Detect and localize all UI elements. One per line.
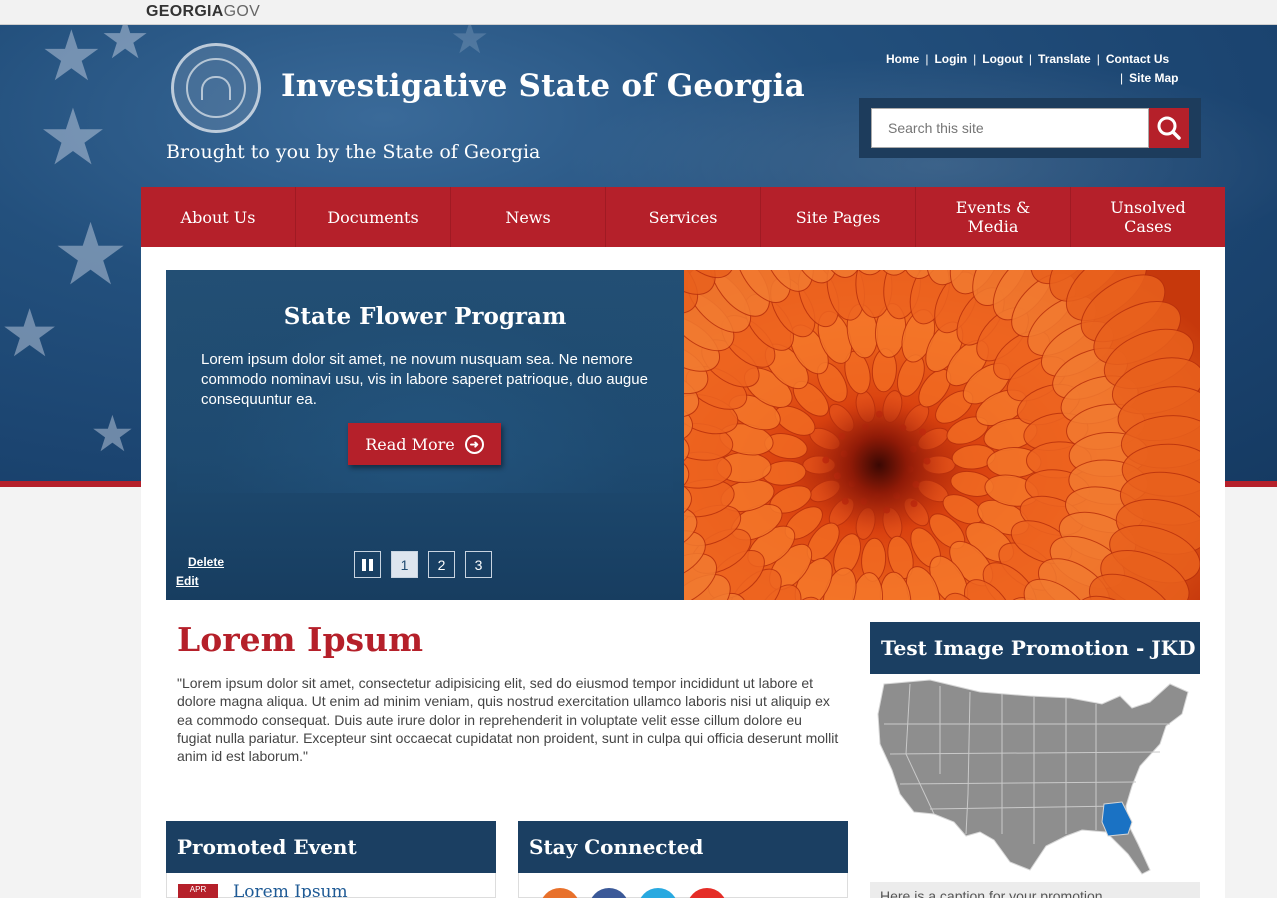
event-month-badge: APR: [178, 884, 218, 898]
read-more-label: Read More: [365, 434, 455, 454]
nav-events-media[interactable]: Events & Media: [916, 187, 1071, 247]
main-nav: About Us Documents News Services Site Pa…: [141, 187, 1225, 247]
georgiagov-bar: GEORGIAGOV: [0, 0, 1277, 25]
promoted-event-heading: Promoted Event: [166, 821, 496, 873]
slide-text-panel: State Flower Program Lorem ipsum dolor s…: [166, 270, 684, 600]
slider-pager: 1 2 3: [354, 551, 492, 578]
main-heading: Lorem Ipsum: [177, 620, 424, 659]
brand-light: GOV: [223, 3, 261, 20]
nav-services[interactable]: Services: [606, 187, 761, 247]
flower-image: [684, 270, 1200, 600]
site-title[interactable]: Investigative State of Georgia: [281, 68, 805, 104]
utility-nav-row2: | Site Map: [1120, 71, 1179, 85]
promotion-caption: Here is a caption for your promotion: [870, 882, 1200, 898]
site-map-link[interactable]: Site Map: [1129, 71, 1178, 85]
site-tagline: Brought to you by the State of Georgia: [166, 141, 541, 163]
brand-bold: GEORGIA: [146, 3, 224, 20]
search-box: [859, 98, 1201, 158]
georgia-seal-icon[interactable]: [171, 43, 261, 133]
home-link[interactable]: Home: [886, 52, 919, 66]
arrow-right-icon: ➜: [464, 434, 484, 454]
delete-link[interactable]: Delete: [188, 553, 224, 572]
nav-unsolved-cases[interactable]: Unsolved Cases: [1071, 187, 1225, 247]
promotion-heading: Test Image Promotion - JKD: [870, 622, 1200, 674]
feature-slider: State Flower Program Lorem ipsum dolor s…: [166, 270, 1200, 600]
search-button[interactable]: [1149, 108, 1189, 148]
slide-title: State Flower Program: [283, 303, 567, 330]
event-title-link[interactable]: Lorem Ipsum: [233, 882, 348, 898]
promotion-image[interactable]: [870, 674, 1200, 882]
chrysanthemum-graphic: [684, 270, 1200, 600]
pause-button[interactable]: [354, 551, 381, 578]
slide-page-3[interactable]: 3: [465, 551, 492, 578]
logout-link[interactable]: Logout: [982, 52, 1023, 66]
search-input[interactable]: [871, 108, 1149, 148]
nav-site-pages[interactable]: Site Pages: [761, 187, 916, 247]
translate-link[interactable]: Translate: [1038, 52, 1091, 66]
nav-news[interactable]: News: [451, 187, 606, 247]
read-more-button[interactable]: Read More ➜: [348, 423, 501, 465]
main-paragraph: "Lorem ipsum dolor sit amet, consectetur…: [177, 675, 839, 765]
slide-page-1[interactable]: 1: [391, 551, 418, 578]
slide-body: Lorem ipsum dolor sit amet, ne novum nus…: [201, 351, 648, 408]
edit-link[interactable]: Edit: [176, 572, 224, 591]
us-map-graphic: [877, 679, 1189, 875]
georgiagov-logo[interactable]: GEORGIAGOV: [146, 3, 260, 21]
nav-about-us[interactable]: About Us: [141, 187, 296, 247]
search-icon: [1157, 116, 1181, 140]
contact-us-link[interactable]: Contact Us: [1106, 52, 1169, 66]
slide-page-2[interactable]: 2: [428, 551, 455, 578]
login-link[interactable]: Login: [934, 52, 967, 66]
stay-connected-heading: Stay Connected: [518, 821, 848, 873]
nav-documents[interactable]: Documents: [296, 187, 451, 247]
georgia-highlight: [1101, 801, 1133, 837]
slide-admin-links: Delete Edit: [176, 553, 224, 591]
utility-nav: Home | Login | Logout | Translate | Contact Us: [886, 52, 1170, 66]
